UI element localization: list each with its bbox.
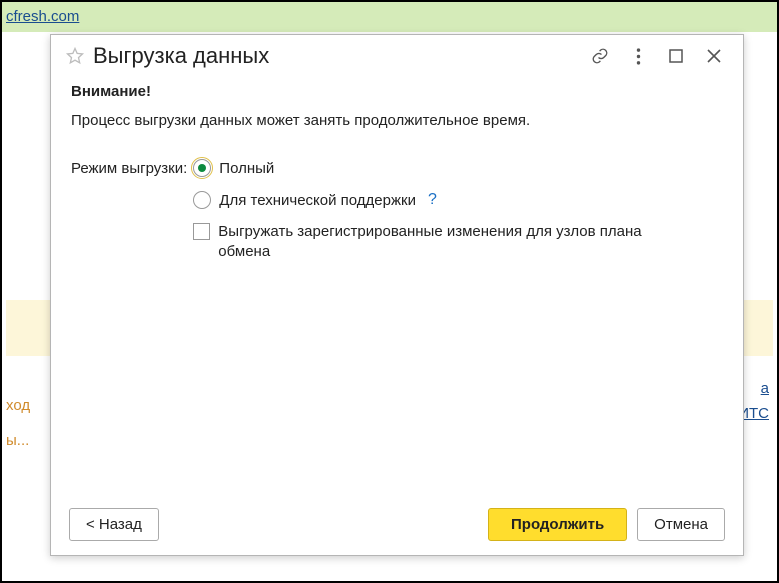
warning-heading: Внимание! [71,83,723,100]
radio-support[interactable] [193,191,211,209]
mode-row: Режим выгрузки: Полный Для технической п… [71,159,723,261]
checkbox-changes[interactable] [193,223,210,240]
info-text: Процесс выгрузки данных может занять про… [71,112,723,129]
option-support-label: Для технической поддержки [219,191,416,211]
mode-label: Режим выгрузки: [71,159,187,177]
option-changes[interactable]: Выгружать зарегистрированные изменения д… [193,222,668,261]
cancel-button[interactable]: Отмена [637,508,725,541]
option-full[interactable]: Полный [193,159,668,179]
dialog-footer: < Назад Продолжить Отмена [51,494,743,555]
continue-button[interactable]: Продолжить [488,508,627,541]
option-support[interactable]: Для технической поддержки ? [193,191,668,211]
dialog-title: Выгрузка данных [93,43,577,69]
radio-full[interactable] [193,159,211,177]
bg-left-col: ход ы... [6,397,30,467]
maximize-icon[interactable] [661,44,691,68]
export-dialog: Выгрузка данных Внимание! Процесс выгруз… [50,34,744,556]
dialog-body: Внимание! Процесс выгрузки данных может … [51,75,743,494]
dialog-header: Выгрузка данных [51,35,743,75]
kebab-menu-icon[interactable] [623,44,653,68]
bg-link[interactable]: cfresh.com [6,8,79,25]
favorite-star-icon[interactable] [65,46,85,66]
option-full-label: Полный [219,159,274,179]
close-icon[interactable] [699,44,729,68]
link-icon[interactable] [585,44,615,68]
help-icon[interactable]: ? [428,191,437,209]
option-changes-label: Выгружать зарегистрированные изменения д… [218,222,668,261]
mode-options: Полный Для технической поддержки ? Выгру… [193,159,668,261]
back-button[interactable]: < Назад [69,508,159,541]
bg-header-strip [2,2,777,32]
